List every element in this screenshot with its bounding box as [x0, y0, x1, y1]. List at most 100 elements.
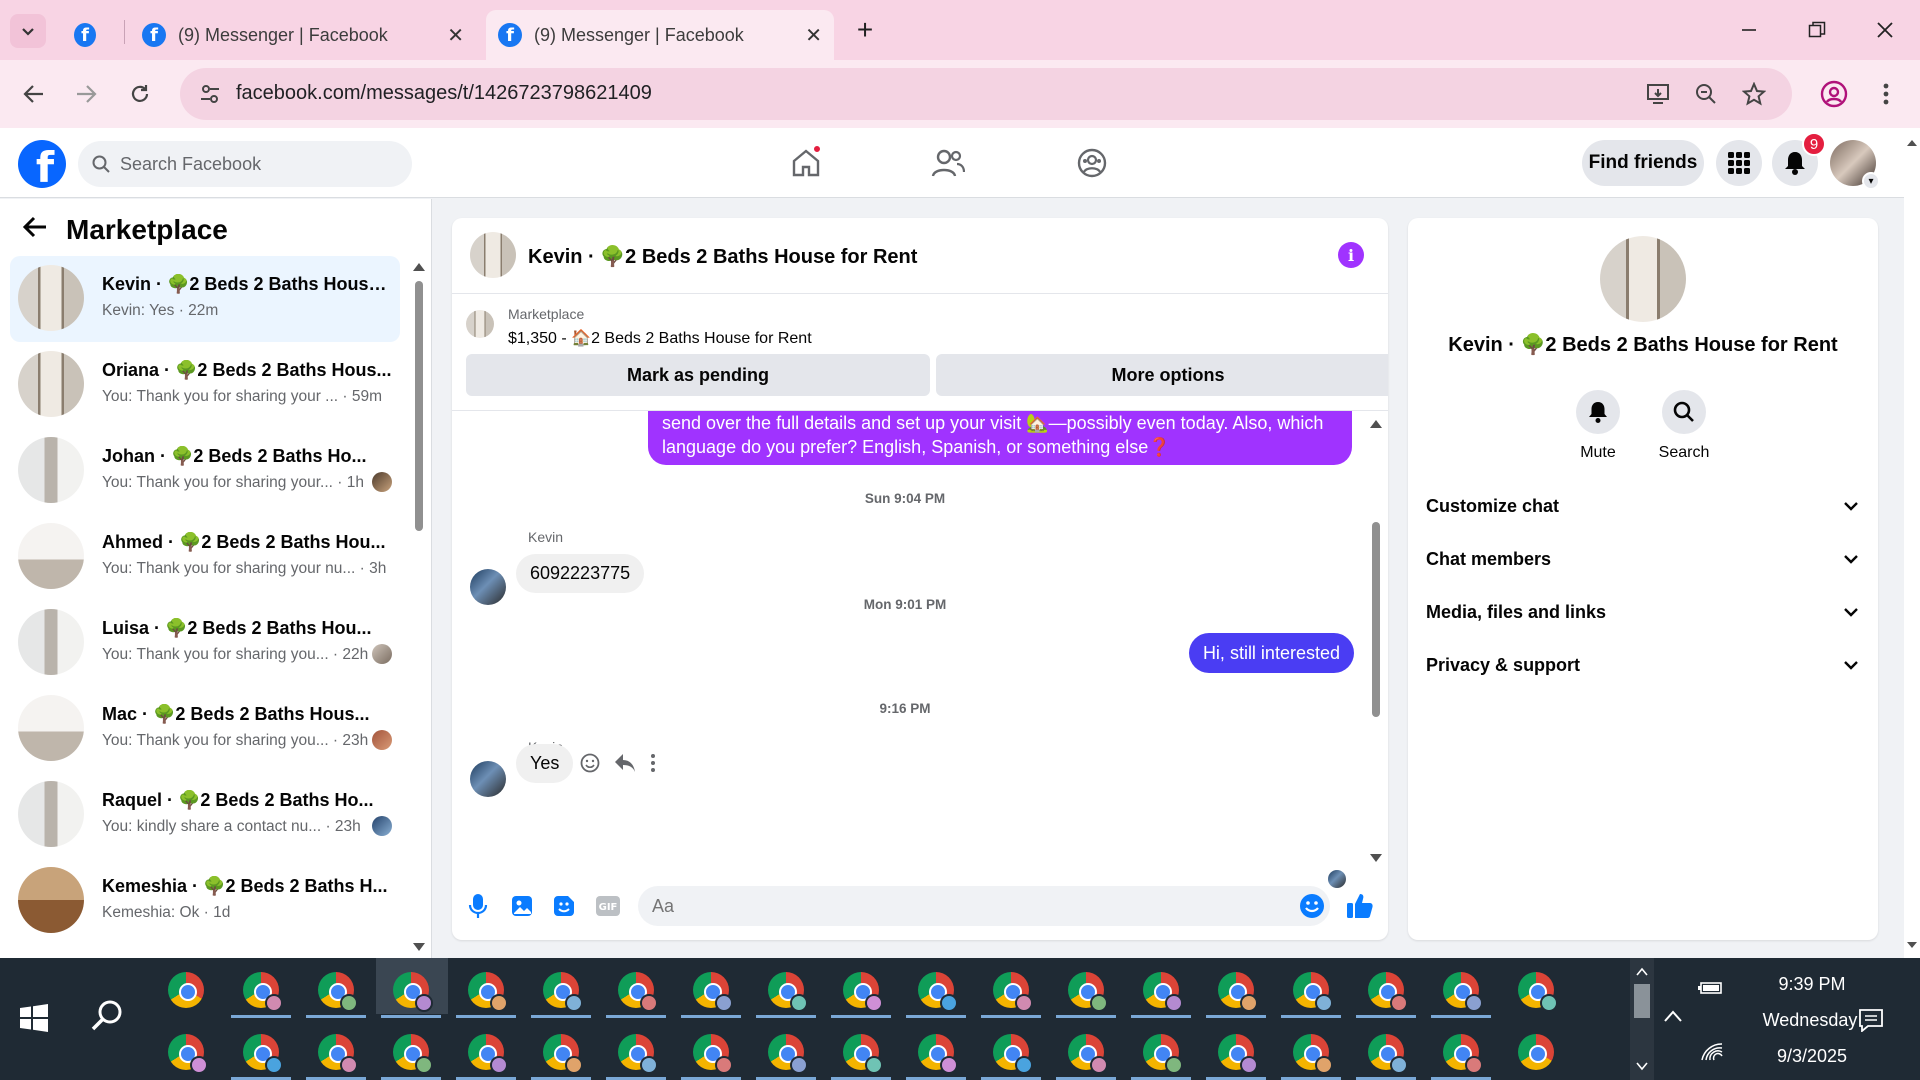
conversation-item[interactable]: Johan · 🌳2 Beds 2 Baths Ho... You: Thank… — [10, 428, 400, 514]
taskbar-scrollbar[interactable] — [1630, 958, 1654, 1080]
notifications-button[interactable]: 9 — [1772, 132, 1826, 186]
chrome-window-icon[interactable] — [918, 1034, 958, 1074]
tab-close-icon[interactable]: ✕ — [447, 23, 464, 48]
chrome-window-icon[interactable] — [1443, 1034, 1483, 1074]
photo-icon[interactable] — [508, 892, 536, 920]
reload-button[interactable] — [120, 74, 160, 114]
scroll-up-arrow-icon[interactable] — [1636, 966, 1648, 976]
conversation-avatar[interactable] — [470, 232, 516, 278]
chrome-window-icon[interactable] — [1068, 1034, 1108, 1074]
message-scrollbar[interactable] — [1370, 418, 1382, 868]
chrome-window-icon[interactable] — [1368, 972, 1408, 1012]
tab-search-dropdown-button[interactable] — [10, 14, 46, 48]
chrome-window-icon[interactable] — [993, 1034, 1033, 1074]
message-input[interactable] — [638, 886, 1330, 926]
scrollbar-thumb[interactable] — [1634, 984, 1650, 1018]
chat-info-avatar[interactable] — [1600, 236, 1686, 322]
battery-icon[interactable] — [1698, 980, 1724, 996]
restore-button[interactable] — [1792, 10, 1842, 50]
outgoing-message[interactable]: Hi, still interested — [1188, 633, 1354, 673]
sticker-icon[interactable] — [550, 892, 578, 920]
chrome-window-icon[interactable] — [843, 972, 883, 1012]
scroll-up-arrow-icon[interactable] — [1370, 418, 1382, 428]
scroll-up-arrow-icon[interactable] — [1907, 138, 1917, 146]
privacy-support-section[interactable]: Privacy & support — [1426, 645, 1858, 685]
thumbs-up-icon[interactable] — [1346, 892, 1374, 920]
friends-nav-button[interactable] — [918, 142, 978, 184]
windows-start-icon[interactable] — [20, 1004, 48, 1032]
more-options-button[interactable]: More options — [936, 354, 1388, 396]
search-action[interactable]: Search — [1644, 390, 1724, 462]
clock-time[interactable]: 9:39 PM — [1752, 974, 1872, 995]
address-bar[interactable]: facebook.com/messages/t/1426723798621409 — [180, 68, 1792, 120]
chrome-window-icon[interactable] — [993, 972, 1033, 1012]
conversation-item[interactable]: Kemeshia · 🌳2 Beds 2 Baths H... Kemeshia… — [10, 858, 400, 944]
back-arrow-icon[interactable] — [22, 213, 48, 247]
forward-button[interactable] — [66, 74, 106, 114]
zoom-icon[interactable] — [1690, 80, 1722, 108]
chat-members-section[interactable]: Chat members — [1426, 539, 1858, 579]
conversation-item[interactable]: Ahmed · 🌳2 Beds 2 Baths Hou... You: Than… — [10, 514, 400, 600]
listing-thumbnail[interactable] — [466, 310, 494, 338]
chrome-window-icon[interactable] — [768, 1034, 808, 1074]
mark-as-pending-button[interactable]: Mark as pending — [466, 354, 930, 396]
mute-action[interactable]: Mute — [1558, 390, 1638, 462]
install-app-icon[interactable] — [1642, 80, 1674, 108]
react-emoji-icon[interactable] — [580, 753, 600, 773]
tab-messenger-1[interactable]: f (9) Messenger | Facebook ✕ — [130, 10, 476, 60]
reply-icon[interactable] — [614, 753, 636, 773]
facebook-logo-icon[interactable]: f — [18, 140, 66, 188]
pinned-tab-facebook[interactable]: f — [74, 10, 108, 60]
chrome-window-icon[interactable] — [1143, 1034, 1183, 1074]
conversation-item[interactable]: Mac · 🌳2 Beds 2 Baths Hous... You: Thank… — [10, 686, 400, 772]
close-window-button[interactable] — [1860, 10, 1910, 50]
chrome-window-icon[interactable] — [168, 1034, 208, 1074]
browser-menu-button[interactable] — [1866, 74, 1906, 114]
menu-grid-button[interactable] — [1716, 140, 1762, 186]
chrome-window-icon[interactable] — [1293, 972, 1333, 1012]
info-icon[interactable]: i — [1338, 242, 1364, 268]
chrome-window-icon[interactable] — [1218, 972, 1258, 1012]
minimize-button[interactable] — [1724, 10, 1774, 50]
media-files-links-section[interactable]: Media, files and links — [1426, 592, 1858, 632]
chrome-window-icon[interactable] — [243, 1034, 283, 1074]
wifi-icon[interactable] — [1700, 1042, 1724, 1062]
chrome-window-icon[interactable] — [318, 972, 358, 1012]
customize-chat-section[interactable]: Customize chat — [1426, 486, 1858, 526]
groups-nav-button[interactable] — [1062, 142, 1122, 184]
facebook-search-input[interactable]: Search Facebook — [78, 141, 412, 187]
chrome-window-icon[interactable] — [843, 1034, 883, 1074]
chrome-window-icon[interactable] — [768, 972, 808, 1012]
emoji-icon[interactable] — [1298, 892, 1326, 920]
account-avatar[interactable]: ▾ — [1830, 140, 1880, 190]
chrome-window-icon[interactable] — [1518, 972, 1558, 1012]
chrome-window-icon[interactable] — [1293, 1034, 1333, 1074]
chrome-window-icon[interactable] — [618, 1034, 658, 1074]
scrollbar-thumb[interactable] — [1372, 522, 1380, 717]
microphone-icon[interactable] — [464, 892, 492, 920]
page-scrollbar[interactable] — [1904, 128, 1920, 958]
back-button[interactable] — [14, 74, 54, 114]
chrome-window-icon[interactable] — [1143, 972, 1183, 1012]
chrome-window-icon[interactable] — [468, 972, 508, 1012]
notification-center-icon[interactable] — [1858, 1008, 1884, 1032]
scroll-up-arrow-icon[interactable] — [413, 261, 425, 271]
chrome-window-icon[interactable] — [618, 972, 658, 1012]
chrome-window-icon[interactable] — [543, 1034, 583, 1074]
site-info-icon[interactable] — [198, 82, 222, 106]
chrome-window-icon[interactable] — [918, 972, 958, 1012]
chrome-window-icon[interactable] — [693, 972, 733, 1012]
listing-title[interactable]: $1,350 - 🏠2 Beds 2 Baths House for Rent — [508, 328, 812, 348]
more-vertical-icon[interactable] — [650, 753, 656, 773]
home-nav-button[interactable] — [776, 142, 836, 184]
conversation-item[interactable]: Oriana · 🌳2 Beds 2 Baths Hous... You: Th… — [10, 342, 400, 428]
gif-icon[interactable]: GIF — [594, 892, 622, 920]
conversation-item[interactable]: Kevin · 🌳2 Beds 2 Baths House... Kevin: … — [10, 256, 400, 342]
scroll-down-arrow-icon[interactable] — [1636, 1062, 1648, 1072]
chrome-window-icon[interactable] — [393, 972, 433, 1012]
scroll-down-arrow-icon[interactable] — [413, 943, 425, 953]
bookmark-star-icon[interactable] — [1738, 80, 1770, 108]
chrome-window-icon[interactable] — [243, 972, 283, 1012]
taskbar-search-icon[interactable] — [90, 998, 126, 1034]
show-hidden-icons-chevron-up-icon[interactable] — [1664, 1010, 1682, 1022]
